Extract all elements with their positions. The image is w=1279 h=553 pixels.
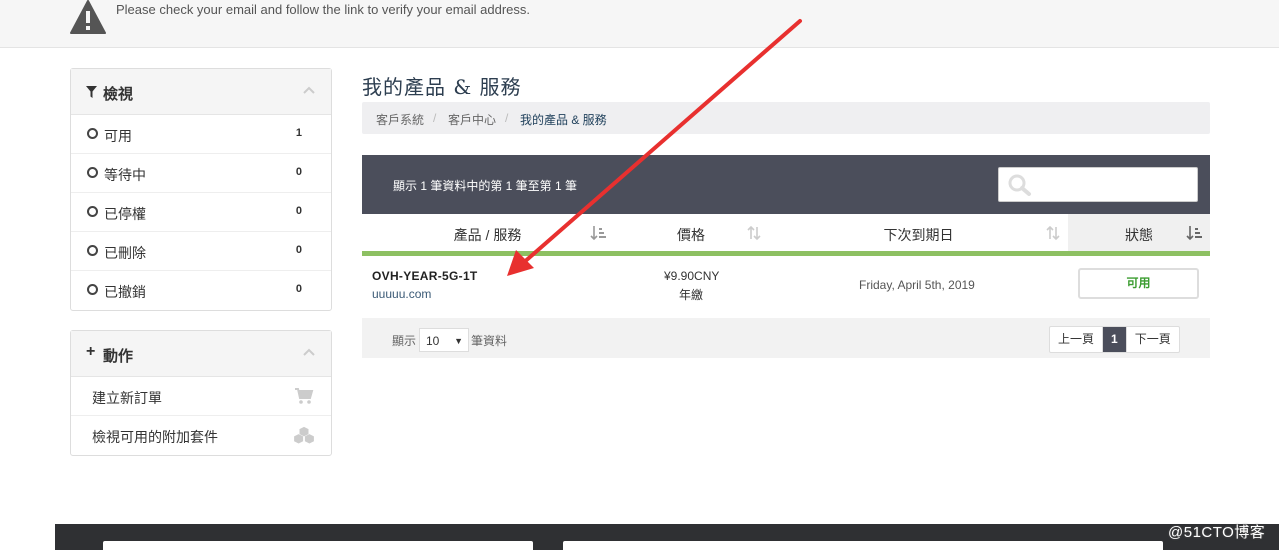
action-view-addons[interactable]: 檢視可用的附加套件 — [71, 416, 331, 455]
chevron-up-icon[interactable] — [303, 347, 315, 357]
cart-icon — [295, 388, 314, 404]
view-item-count: 1 — [295, 127, 302, 139]
warning-icon — [70, 0, 106, 34]
per-page-select[interactable]: 10 ▼ — [419, 328, 469, 352]
search-icon — [1008, 174, 1031, 196]
column-header-status[interactable]: 狀態 — [1068, 214, 1210, 256]
table-footer: 顯示 10 ▼ 筆資料 上一頁 1 下一頁 — [362, 318, 1210, 358]
breadcrumb-item-current: 我的產品 & 服務 — [520, 113, 607, 127]
table-info: 顯示 1 筆資料中的第 1 筆至第 1 筆 — [393, 179, 578, 193]
next-page-button[interactable]: 下一頁 — [1127, 327, 1179, 352]
verify-email-notice: Please check your email and follow the l… — [0, 0, 1279, 48]
per-page-value: 10 — [426, 334, 440, 348]
watermark: @51CTO博客 — [1168, 524, 1266, 541]
sort-icon — [1046, 225, 1060, 241]
view-item-label: 等待中 — [104, 167, 146, 183]
status-badge[interactable]: 可用 — [1078, 268, 1199, 299]
sort-desc-icon — [590, 226, 606, 241]
footer-box — [103, 541, 533, 553]
table-search-input[interactable] — [998, 167, 1198, 202]
view-item-label: 可用 — [104, 128, 132, 144]
product-price: ¥9.90CNY — [664, 269, 720, 283]
column-label: 下次到期日 — [883, 227, 954, 243]
view-item-count: 0 — [295, 244, 302, 256]
column-label: 產品 / 服務 — [453, 227, 522, 243]
page-footer — [55, 524, 1279, 553]
footer-gap — [0, 534, 55, 550]
view-item-count: 0 — [295, 166, 302, 178]
product-domain[interactable]: uuuuu.com — [372, 287, 431, 301]
view-item-pending[interactable]: 等待中 0 — [71, 154, 331, 193]
breadcrumb-item-client-area[interactable]: 客戶中心 — [448, 111, 496, 128]
pagination: 上一頁 1 下一頁 — [1049, 326, 1180, 353]
column-header-product[interactable]: 產品 / 服務 — [362, 214, 613, 256]
column-header-price[interactable]: 價格 — [613, 214, 769, 256]
circle-icon — [87, 206, 98, 217]
filter-icon — [86, 86, 97, 98]
circle-icon — [87, 284, 98, 295]
prev-page-button[interactable]: 上一頁 — [1050, 327, 1104, 352]
view-item-count: 0 — [295, 205, 302, 217]
breadcrumb-separator: / — [505, 111, 509, 125]
view-panel: 檢視 可用 1 等待中 0 已停權 0 已刪除 0 已撤銷 0 — [70, 68, 332, 311]
circle-icon — [87, 167, 98, 178]
circle-icon — [87, 128, 98, 139]
action-new-order[interactable]: 建立新訂單 — [71, 377, 331, 416]
circle-icon — [87, 245, 98, 256]
breadcrumb: 客戶系統 / 客戶中心 / 我的產品 & 服務 — [362, 102, 1210, 134]
page-title: 我的產品 & 服務 — [362, 75, 522, 99]
breadcrumb-item-portal[interactable]: 客戶系統 — [376, 111, 424, 128]
table-toolbar: 顯示 1 筆資料中的第 1 筆至第 1 筆 — [362, 155, 1210, 214]
actions-panel: + 動作 建立新訂單 檢視可用的附加套件 — [70, 330, 332, 456]
sort-icon — [747, 225, 761, 241]
breadcrumb-separator: / — [433, 111, 437, 125]
view-item-label: 已停權 — [104, 206, 146, 222]
page-button[interactable]: 1 — [1103, 327, 1127, 352]
sort-desc-icon — [1186, 226, 1202, 241]
show-label: 顯示 — [392, 334, 417, 348]
notice-text: Please check your email and follow the l… — [116, 2, 531, 17]
view-item-cancelled[interactable]: 已撤銷 0 — [71, 271, 331, 310]
view-item-suspended[interactable]: 已停權 0 — [71, 193, 331, 232]
view-item-terminated[interactable]: 已刪除 0 — [71, 232, 331, 271]
action-label: 建立新訂單 — [92, 390, 162, 406]
view-item-active[interactable]: 可用 1 — [71, 115, 331, 154]
actions-panel-header[interactable]: + 動作 — [71, 331, 331, 377]
table-header-row: 產品 / 服務 價格 下次到期日 狀態 — [362, 214, 1210, 256]
action-label: 檢視可用的附加套件 — [92, 429, 218, 445]
records-label: 筆資料 — [471, 334, 508, 348]
plus-icon: + — [86, 343, 96, 360]
footer-box — [563, 541, 1163, 553]
product-name: OVH-YEAR-5G-1T — [372, 269, 478, 283]
view-item-label: 已撤銷 — [104, 284, 146, 300]
actions-panel-title: 動作 — [103, 348, 134, 365]
view-item-count: 0 — [295, 283, 302, 295]
table-row[interactable]: OVH-YEAR-5G-1T uuuuu.com ¥9.90CNY 年繳 Fri… — [362, 256, 1210, 318]
view-panel-title: 檢視 — [103, 86, 134, 103]
column-header-next-due[interactable]: 下次到期日 — [769, 214, 1068, 256]
next-due-date: Friday, April 5th, 2019 — [859, 278, 975, 292]
view-item-label: 已刪除 — [104, 245, 146, 261]
chevron-up-icon[interactable] — [303, 85, 315, 95]
cubes-icon — [294, 426, 314, 444]
caret-down-icon: ▼ — [454, 336, 463, 346]
billing-cycle: 年繳 — [679, 288, 704, 302]
view-panel-header[interactable]: 檢視 — [71, 69, 331, 115]
